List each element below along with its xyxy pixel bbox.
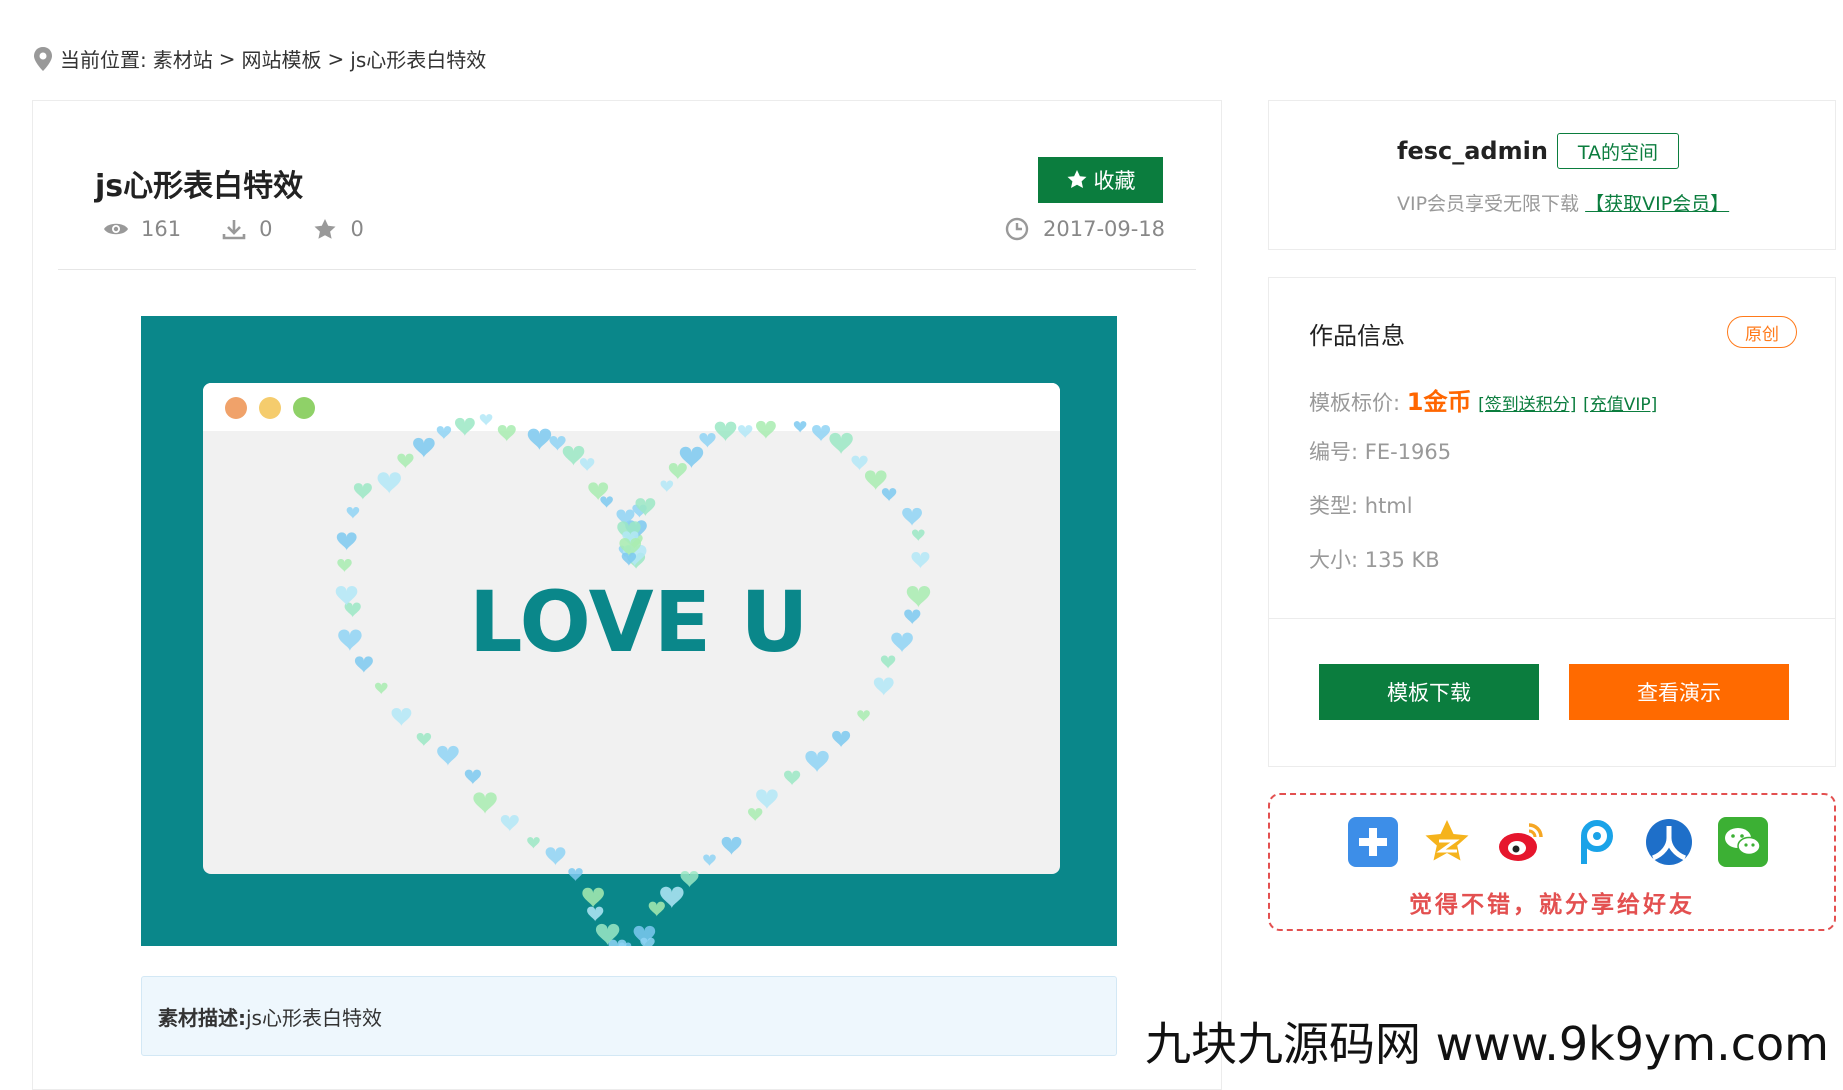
- author-card: fesc_admin TA的空间 VIP会员享受无限下载 【获取VIP会员】: [1268, 100, 1836, 250]
- checkin-link[interactable]: [签到送积分]: [1478, 395, 1576, 415]
- download-icon: [222, 220, 246, 240]
- work-info-title: 作品信息: [1309, 322, 1405, 350]
- downloads-count: 0: [259, 217, 273, 241]
- views-stat: 161: [103, 217, 181, 241]
- love-u-text: LOVE U: [469, 573, 809, 671]
- heart-particle: [587, 906, 604, 922]
- get-vip-link[interactable]: 【获取VIP会员】: [1585, 193, 1729, 215]
- preview-illustration: LOVE U: [203, 383, 1060, 989]
- preview-image: LOVE U: [141, 316, 1117, 989]
- original-badge: 原创: [1727, 316, 1797, 348]
- description-label: 素材描述:: [158, 1005, 246, 1030]
- size-label: 大小:: [1309, 548, 1359, 572]
- divider: [1269, 618, 1835, 619]
- size-value: 135 KB: [1364, 548, 1440, 572]
- downloads-stat: 0: [221, 217, 272, 241]
- vip-promo: VIP会员享受无限下载 【获取VIP会员】: [1397, 189, 1729, 216]
- site-watermark: 九块九源码网 www.9k9ym.com: [1145, 1017, 1829, 1071]
- eye-icon: [104, 223, 128, 235]
- heart-particle: [582, 887, 604, 908]
- id-value: FE-1965: [1364, 440, 1452, 464]
- item-stats: 161 0 0: [103, 217, 364, 241]
- breadcrumb: 当前位置: 素材站 > 网站模板 > js心形表白特效: [32, 44, 486, 73]
- star-icon: [314, 219, 336, 239]
- page-title: js心形表白特效: [95, 169, 304, 204]
- breadcrumb-link-current[interactable]: js心形表白特效: [350, 44, 486, 73]
- type-row: 类型: html: [1309, 490, 1413, 520]
- star-icon: [1067, 170, 1086, 188]
- favorites-count: 0: [350, 217, 364, 241]
- share-box: 觉得不错，就分享给好友: [1268, 793, 1836, 931]
- price-label: 模板标价:: [1309, 391, 1401, 415]
- description-box: 素材描述: js心形表白特效: [141, 976, 1117, 1056]
- id-row: 编号: FE-1965: [1309, 436, 1451, 466]
- wechat-icon[interactable]: [1718, 817, 1768, 867]
- price-row: 模板标价: 1金币 [签到送积分] [充值VIP]: [1309, 382, 1657, 417]
- qzone-icon[interactable]: [1422, 817, 1472, 867]
- location-pin-icon: [34, 46, 52, 71]
- recharge-vip-link[interactable]: [充值VIP]: [1583, 395, 1657, 415]
- share-icons: [1348, 817, 1768, 867]
- favorites-stat: 0: [312, 217, 364, 241]
- breadcrumb-separator: >: [327, 46, 345, 71]
- favorite-button[interactable]: 收藏: [1038, 157, 1163, 203]
- view-demo-button[interactable]: 查看演示: [1569, 664, 1789, 720]
- work-info-card: 作品信息 原创 模板标价: 1金币 [签到送积分] [充值VIP] 编号: FE…: [1268, 277, 1836, 767]
- views-count: 161: [141, 217, 182, 241]
- publish-date: 2017-09-18: [1005, 217, 1165, 241]
- breadcrumb-link-templates[interactable]: 网站模板: [242, 44, 322, 73]
- breadcrumb-link-sucaizhan[interactable]: 素材站: [153, 44, 213, 73]
- vip-promo-text: VIP会员享受无限下载: [1397, 193, 1580, 215]
- author-name[interactable]: fesc_admin: [1397, 137, 1548, 165]
- template-download-button[interactable]: 模板下载: [1319, 664, 1539, 720]
- type-value: html: [1364, 494, 1413, 518]
- weibo-icon[interactable]: [1496, 817, 1546, 867]
- date-text: 2017-09-18: [1043, 217, 1166, 241]
- id-label: 编号:: [1309, 440, 1359, 464]
- divider: [58, 269, 1196, 270]
- author-space-button[interactable]: TA的空间: [1557, 133, 1679, 169]
- share-prompt: 觉得不错，就分享给好友: [1409, 892, 1695, 918]
- clock-icon: [1005, 217, 1029, 241]
- pengyou-icon[interactable]: [1570, 817, 1620, 867]
- heart-particle: [648, 901, 665, 917]
- breadcrumb-prefix: 当前位置:: [60, 48, 147, 72]
- heart-particle: [608, 939, 627, 957]
- renren-icon[interactable]: [1644, 817, 1694, 867]
- plus-share-icon[interactable]: [1348, 817, 1398, 867]
- price-value: 1金币: [1406, 388, 1472, 416]
- favorite-button-label: 收藏: [1093, 169, 1136, 193]
- size-row: 大小: 135 KB: [1309, 544, 1440, 574]
- item-detail-card: js心形表白特效 161 0 0 收藏 2017-09-18 LOVE U 素材…: [32, 100, 1222, 1090]
- description-text: js心形表白特效: [246, 1005, 382, 1030]
- breadcrumb-separator: >: [218, 46, 236, 71]
- type-label: 类型:: [1309, 494, 1359, 518]
